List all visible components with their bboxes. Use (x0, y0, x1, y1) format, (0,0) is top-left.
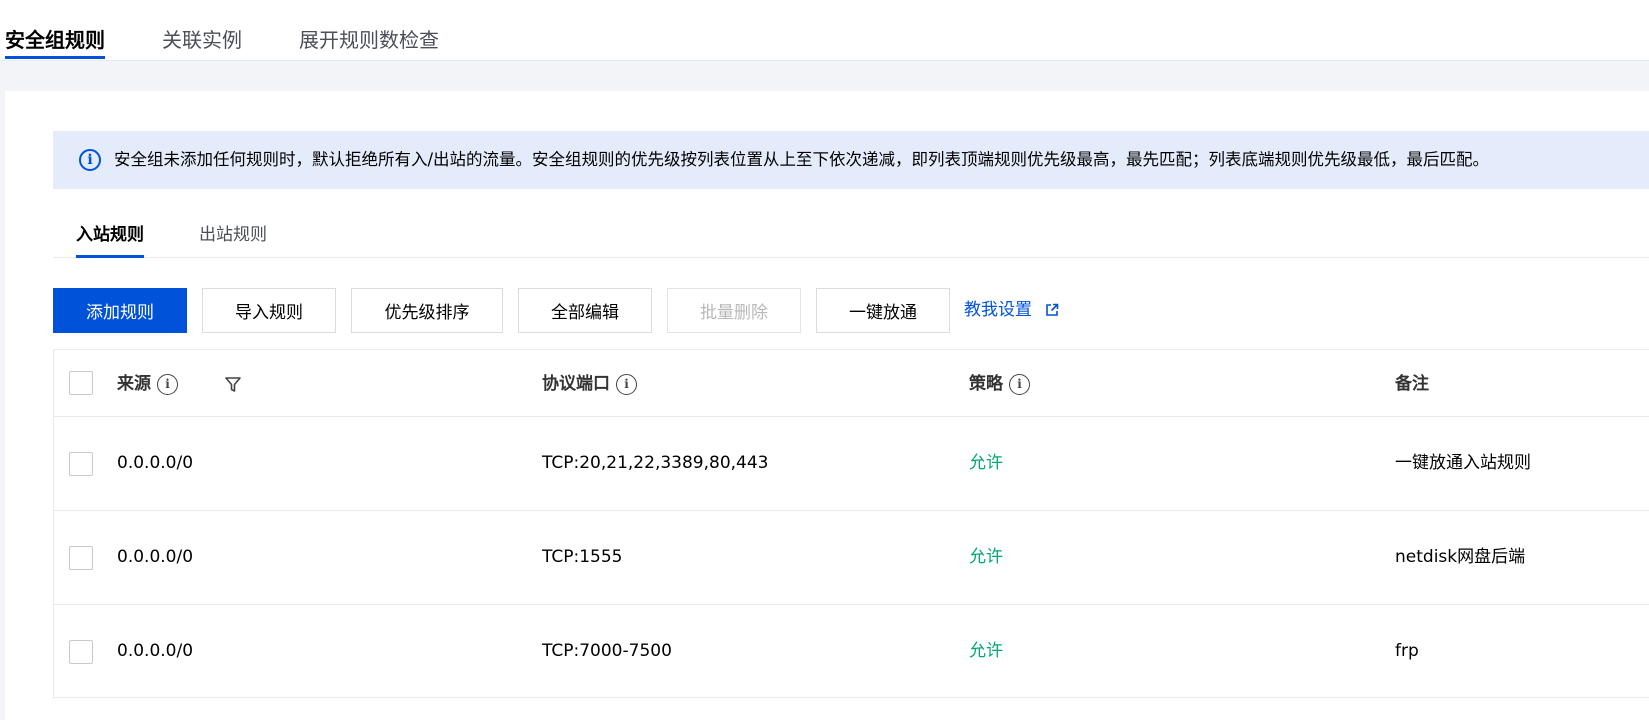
column-header-source: 来源 i (117, 372, 178, 396)
active-tab-indicator (76, 255, 144, 258)
info-icon[interactable]: i (1009, 373, 1030, 395)
one-click-open-button[interactable]: 一键放通 (816, 288, 950, 333)
cell-protocol-port: TCP:1555 (542, 547, 623, 567)
cell-policy: 允许 (969, 453, 1003, 473)
info-icon[interactable]: i (616, 373, 637, 395)
help-link-label: 教我设置 (964, 300, 1032, 320)
cell-policy: 允许 (969, 547, 1003, 567)
filter-icon[interactable] (223, 372, 243, 396)
tab-label: 入站规则 (76, 225, 144, 245)
help-setup-link[interactable]: 教我设置 (964, 298, 1059, 322)
edit-all-button[interactable]: 全部编辑 (518, 288, 652, 333)
active-tab-indicator (5, 56, 105, 59)
cell-source: 0.0.0.0/0 (117, 547, 194, 567)
table-header: 来源 i 协议端口 i 策略 i 备注 (54, 350, 1649, 417)
tab-security-group-rules[interactable]: 安全组规则 (5, 26, 105, 59)
table-row[interactable]: 0.0.0.0/0 TCP:20,21,22,3389,80,443 允许 一键… (54, 417, 1649, 511)
security-group-page: 安全组规则 关联实例 展开规则数检查 i 安全组未添加任何规则时，默认拒绝所有入… (0, 0, 1649, 720)
tab-label: 关联实例 (162, 28, 242, 52)
table-row[interactable]: 0.0.0.0/0 TCP:1555 允许 netdisk网盘后端 (54, 511, 1649, 605)
info-icon: i (79, 149, 101, 171)
left-gutter (0, 91, 5, 720)
info-icon[interactable]: i (157, 373, 178, 395)
cell-protocol-port: TCP:7000-7500 (542, 641, 672, 661)
banner-text: 安全组未添加任何规则时，默认拒绝所有入/出站的流量。安全组规则的优先级按列表位置… (114, 150, 1490, 169)
cell-protocol-port: TCP:20,21,22,3389,80,443 (542, 453, 769, 473)
section-divider (0, 61, 1649, 91)
import-rule-button[interactable]: 导入规则 (202, 288, 336, 333)
tab-inbound-rules[interactable]: 入站规则 (76, 223, 144, 258)
tab-expand-rule-count-check[interactable]: 展开规则数检查 (299, 26, 439, 54)
batch-delete-button[interactable]: 批量删除 (667, 288, 801, 333)
row-checkbox[interactable] (69, 640, 93, 664)
cell-remark: frp (1395, 641, 1419, 661)
cell-source: 0.0.0.0/0 (117, 453, 194, 473)
tab-associated-instances[interactable]: 关联实例 (162, 26, 242, 54)
priority-sort-button[interactable]: 优先级排序 (351, 288, 503, 333)
select-all-checkbox[interactable] (69, 371, 93, 395)
column-header-remark: 备注 (1395, 374, 1429, 394)
tab-label: 展开规则数检查 (299, 28, 439, 52)
external-link-icon (1046, 303, 1059, 316)
column-header-policy: 策略 i (969, 372, 1030, 396)
cell-remark: 一键放通入站规则 (1395, 453, 1531, 473)
rule-direction-tabs: 入站规则 出站规则 (53, 214, 1649, 258)
cell-remark: netdisk网盘后端 (1395, 547, 1526, 567)
info-banner: i 安全组未添加任何规则时，默认拒绝所有入/出站的流量。安全组规则的优先级按列表… (53, 131, 1649, 189)
column-header-protocol-port: 协议端口 i (542, 372, 637, 396)
table-row[interactable]: 0.0.0.0/0 TCP:7000-7500 允许 frp (54, 605, 1649, 699)
tab-outbound-rules[interactable]: 出站规则 (199, 223, 267, 247)
cell-policy: 允许 (969, 641, 1003, 661)
tab-label: 安全组规则 (5, 28, 105, 52)
top-tab-bar: 安全组规则 关联实例 展开规则数检查 (0, 0, 1649, 61)
row-checkbox[interactable] (69, 546, 93, 570)
cell-source: 0.0.0.0/0 (117, 641, 194, 661)
tab-label: 出站规则 (199, 225, 267, 245)
add-rule-button[interactable]: 添加规则 (53, 288, 187, 333)
row-checkbox[interactable] (69, 452, 93, 476)
rules-table: 来源 i 协议端口 i 策略 i 备注 0.0.0.0/0 TCP:20,21,22,… (53, 349, 1649, 698)
